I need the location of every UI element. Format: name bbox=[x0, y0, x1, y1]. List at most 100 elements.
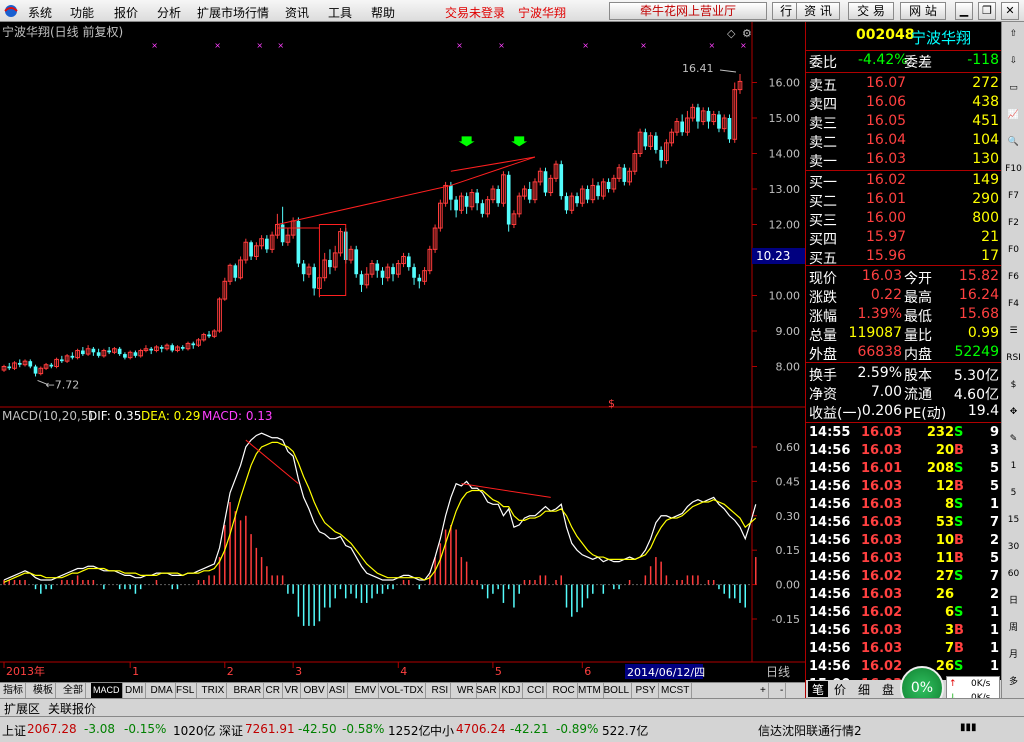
period-button-5[interactable]: 5 bbox=[1004, 483, 1023, 502]
dollar-icon[interactable]: $ bbox=[1004, 375, 1023, 394]
tick-volume: 10 bbox=[935, 533, 954, 548]
tab-extension-area[interactable]: 扩展区 bbox=[4, 700, 40, 717]
zoom-in-button[interactable]: + bbox=[758, 683, 769, 699]
indicator-tab-boll[interactable]: BOLL bbox=[602, 683, 633, 699]
indicator-tab-trix[interactable]: TRIX bbox=[200, 683, 228, 699]
period-button-1[interactable]: 1 bbox=[1004, 456, 1023, 475]
indicator-bar: 指标 模板 全部 MACD DMI DMA FSL TRIX BRAR CR VR OBV ASI EMV… bbox=[0, 682, 805, 699]
chart-area[interactable]: 宁波华翔(日线 前复权) MACD(10,20,5) DIF: 0.35 DEA… bbox=[0, 22, 805, 682]
menu-quote[interactable]: 报价 bbox=[114, 4, 138, 21]
pen-icon[interactable]: ✎ bbox=[1004, 429, 1023, 448]
stat-value: 16.03 bbox=[861, 268, 902, 284]
settings-icon[interactable]: ⚙ bbox=[742, 27, 752, 40]
f6-icon[interactable]: F6 bbox=[1004, 267, 1023, 286]
indicator-tab-cci[interactable]: CCI bbox=[525, 683, 548, 699]
fund-value: 5.30亿 bbox=[953, 368, 999, 384]
sz-value[interactable]: 7261.91 bbox=[245, 722, 295, 736]
tick-row: 14:56 16.01 208 S 5 bbox=[806, 461, 1002, 479]
period-button-多[interactable]: 多 bbox=[1004, 672, 1023, 691]
period-button-月[interactable]: 月 bbox=[1004, 645, 1023, 664]
broker-button[interactable]: 牵牛花网上营业厅 bbox=[609, 2, 767, 20]
rsi-icon[interactable]: RSI bbox=[1004, 348, 1023, 367]
f2-icon[interactable]: F2 bbox=[1004, 213, 1023, 232]
indicator-tab-rsi[interactable]: RSI bbox=[430, 683, 452, 699]
period-button-15[interactable]: 15 bbox=[1004, 510, 1023, 529]
period-button-60[interactable]: 60 bbox=[1004, 564, 1023, 583]
tick-row: 14:56 16.03 8 S 1 bbox=[806, 497, 1002, 515]
f10-icon[interactable]: F10 bbox=[1004, 159, 1023, 178]
menu-help[interactable]: 帮助 bbox=[371, 4, 395, 21]
indicator-tab-emv[interactable]: EMV bbox=[353, 683, 380, 699]
indicator-tab-macd[interactable]: MACD bbox=[91, 683, 123, 699]
indicator-tab-指标[interactable]: 指标 bbox=[1, 683, 26, 699]
arrow-up-icon[interactable]: ⇧ bbox=[1004, 24, 1023, 43]
menu-analysis[interactable]: 分析 bbox=[157, 4, 181, 21]
period-button-周[interactable]: 周 bbox=[1004, 618, 1023, 637]
indicator-tab-roc[interactable]: ROC bbox=[551, 683, 578, 699]
price-tick-label: 15.00 bbox=[769, 112, 801, 125]
restore-icon[interactable]: ❐ bbox=[978, 2, 996, 20]
menu-system[interactable]: 系统 bbox=[28, 4, 52, 21]
sh-value[interactable]: 2067.28 bbox=[27, 722, 77, 736]
period-button-日[interactable]: 日 bbox=[1004, 591, 1023, 610]
close-icon[interactable]: ✕ bbox=[1001, 2, 1019, 20]
indicator-tab-vol-tdx[interactable]: VOL-TDX bbox=[378, 683, 427, 699]
indicator-tab-sar[interactable]: SAR bbox=[474, 683, 500, 699]
sz-label: 深证 bbox=[219, 724, 244, 738]
date-tick-label: 6 bbox=[584, 665, 591, 678]
candle-body bbox=[296, 220, 301, 264]
fund-row: 换手 2.59% 股本 5.30亿 bbox=[806, 365, 1002, 384]
sh-pct: -0.15% bbox=[124, 722, 167, 736]
indicator-tab-cr[interactable]: CR bbox=[264, 683, 283, 699]
indicator-tab-全部[interactable]: 全部 bbox=[61, 683, 86, 699]
scroll-up-icon[interactable]: ◇ bbox=[727, 27, 736, 40]
indicator-tab-dmi[interactable]: DMI bbox=[123, 683, 147, 699]
minimize-icon[interactable]: ▁ bbox=[955, 2, 973, 20]
menu-tools[interactable]: 工具 bbox=[328, 4, 352, 21]
menu-extended-market[interactable]: 扩展市场行情 bbox=[197, 4, 269, 21]
indicator-tab-fsl[interactable]: FSL bbox=[174, 683, 198, 699]
nav-news-button[interactable]: 资 讯 bbox=[796, 2, 840, 20]
indicator-tab-vr[interactable]: VR bbox=[283, 683, 302, 699]
menu-function[interactable]: 功能 bbox=[70, 4, 94, 21]
tick-side: S bbox=[954, 515, 964, 530]
zx-pct: -0.89% bbox=[556, 722, 599, 736]
tab-ticks[interactable]: 笔 bbox=[808, 681, 828, 697]
candle-body bbox=[265, 238, 269, 250]
nav-trade-button[interactable]: 交 易 bbox=[848, 2, 894, 20]
tab-detail[interactable]: 细 bbox=[858, 681, 870, 698]
arrow-down-icon[interactable]: ⇩ bbox=[1004, 51, 1023, 70]
indicator-tab-kdj[interactable]: KDJ bbox=[500, 683, 524, 699]
period-button-30[interactable]: 30 bbox=[1004, 537, 1023, 556]
tab-related-quote[interactable]: 关联报价 bbox=[48, 700, 96, 717]
menu-news[interactable]: 资讯 bbox=[285, 4, 309, 21]
nav-website-button[interactable]: 网 站 bbox=[900, 2, 946, 20]
indicator-tab-brar[interactable]: BRAR bbox=[232, 683, 265, 699]
indicator-tab-obv[interactable]: OBV bbox=[302, 683, 328, 699]
move-icon[interactable]: ✥ bbox=[1004, 402, 1023, 421]
tab-book[interactable]: 盘 bbox=[882, 681, 894, 698]
f7-icon[interactable]: F7 bbox=[1004, 186, 1023, 205]
indicator-tab-psy[interactable]: PSY bbox=[634, 683, 659, 699]
minus-icon[interactable]: ▭ bbox=[1004, 78, 1023, 97]
indicator-tab-asi[interactable]: ASI bbox=[327, 683, 349, 699]
tick-volume: 6 bbox=[944, 605, 954, 620]
indicator-tab-mcst[interactable]: MCST bbox=[659, 683, 693, 699]
indicator-tab-mtm[interactable]: MTM bbox=[576, 683, 604, 699]
tab-price[interactable]: 价 bbox=[834, 681, 846, 698]
zx-value[interactable]: 4706.24 bbox=[456, 722, 506, 736]
indicator-tab-dma[interactable]: DMA bbox=[149, 683, 176, 699]
candle-body bbox=[706, 110, 711, 122]
stock-code: 002048 bbox=[856, 27, 915, 43]
bid-label: 买二 bbox=[809, 194, 837, 210]
list-icon[interactable]: ☰ bbox=[1004, 321, 1023, 340]
chart-line-icon[interactable]: 📈 bbox=[1004, 105, 1023, 124]
zoom-out-button[interactable]: - bbox=[778, 683, 787, 699]
f0-icon[interactable]: F0 bbox=[1004, 240, 1023, 259]
candle-body bbox=[606, 181, 611, 189]
f4-icon[interactable]: F4 bbox=[1004, 294, 1023, 313]
indicator-tab-模板[interactable]: 模板 bbox=[31, 683, 56, 699]
tick-count: 1 bbox=[989, 497, 999, 512]
tick-price: 16.02 bbox=[861, 605, 903, 620]
zoom-icon[interactable]: 🔍 bbox=[1004, 132, 1023, 151]
